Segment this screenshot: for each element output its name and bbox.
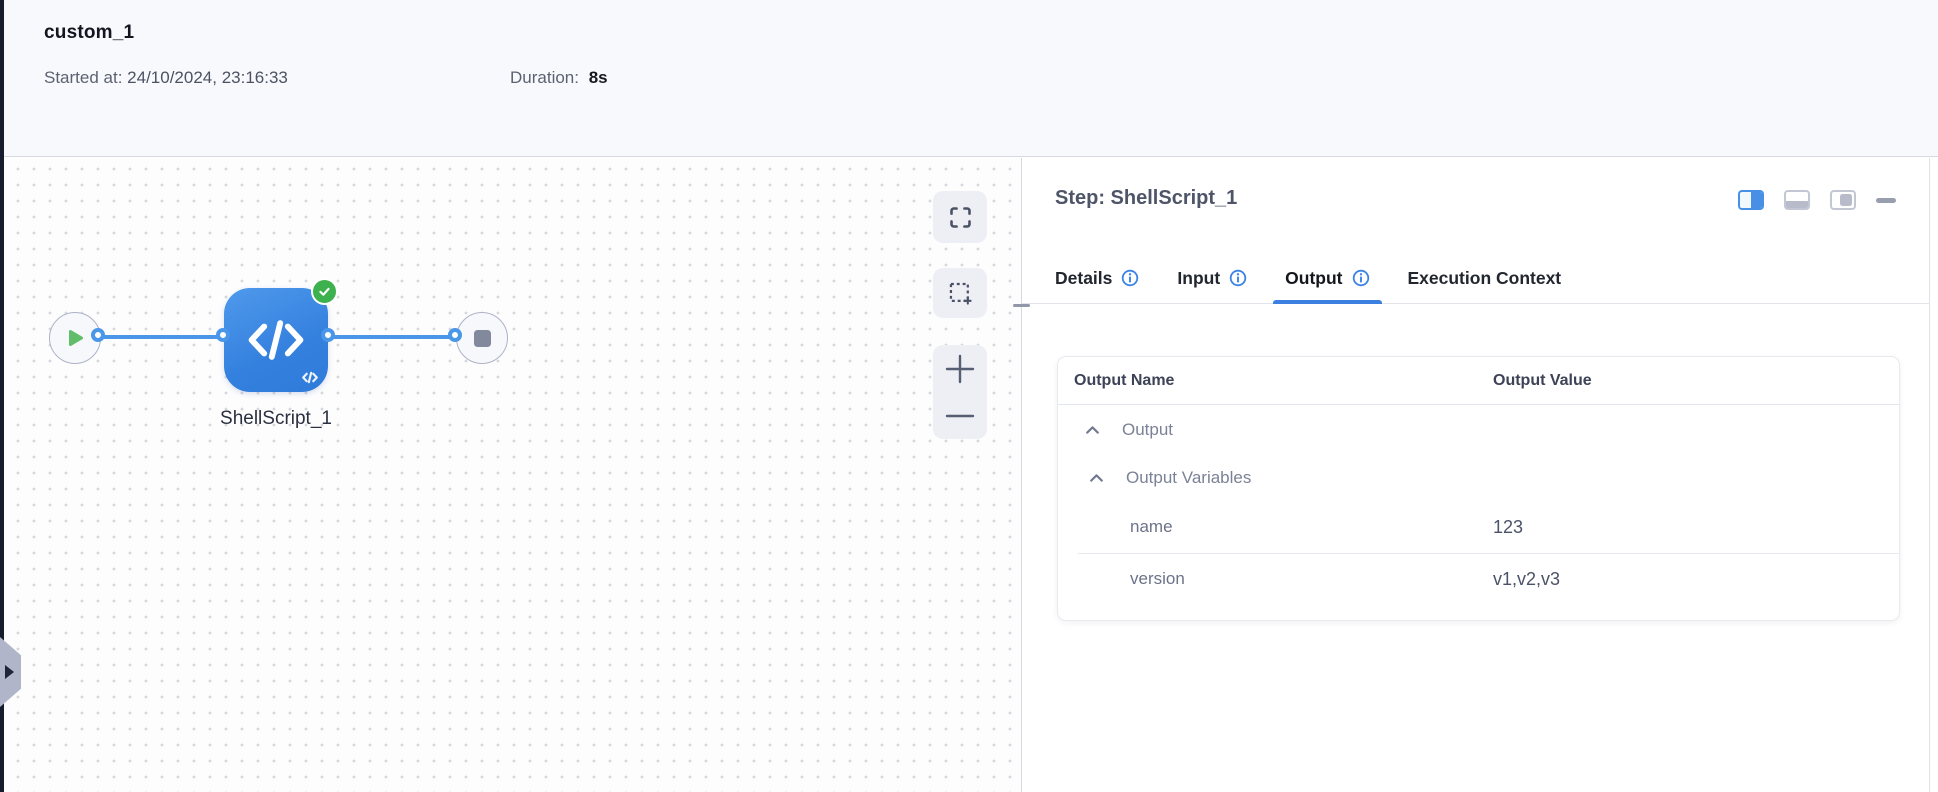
tab-input[interactable]: Input [1177, 253, 1247, 303]
group-label: Output [1122, 420, 1174, 439]
panel-layout-toggles [1738, 190, 1896, 210]
column-header-output-name: Output Name [1074, 371, 1175, 389]
output-name: version [1130, 569, 1185, 588]
chevron-up-icon [1090, 474, 1103, 482]
info-icon[interactable] [1352, 269, 1370, 287]
check-icon [319, 287, 330, 296]
output-value: v1,v2,v3 [1493, 568, 1561, 589]
shellscript-node[interactable] [224, 278, 338, 392]
collapse-group-button[interactable] [1085, 425, 1100, 435]
output-value: 123 [1493, 516, 1524, 537]
table-row[interactable]: Output Variables [1058, 455, 1899, 501]
code-icon [248, 320, 304, 360]
zoom-in-button[interactable] [933, 345, 987, 392]
zoom-in-icon [945, 354, 975, 383]
duration-label: Duration: [510, 68, 579, 87]
split-horizontal-icon[interactable] [1784, 190, 1810, 210]
step-details-panel: Step: ShellScript_1 Details Input Output… [1022, 158, 1938, 792]
zoom-controls [933, 345, 987, 439]
column-header-output-value: Output Value [1493, 371, 1592, 389]
info-icon[interactable] [1121, 269, 1139, 287]
table-row[interactable]: Output [1058, 405, 1899, 455]
tab-output[interactable]: Output [1273, 253, 1382, 304]
duration: Duration: 8s [510, 68, 608, 88]
port-end-in[interactable] [448, 328, 462, 342]
node-label: ShellScript_1 [220, 408, 332, 429]
workflow-canvas[interactable]: ShellScript_1 [4, 158, 1021, 792]
step-tabs: Details Input Output Execution Context [1022, 253, 1930, 304]
info-icon[interactable] [1229, 269, 1247, 287]
chevron-up-icon [1086, 426, 1099, 434]
expand-sidebar-icon [5, 665, 14, 679]
tab-execution-context[interactable]: Execution Context [1408, 253, 1562, 303]
pipeline-name: custom_1 [44, 22, 135, 43]
step-title: Step: ShellScript_1 [1055, 187, 1238, 209]
started-at-label: Started at: [44, 68, 123, 87]
split-vertical-icon[interactable] [1738, 190, 1764, 210]
table-header-row: Output Name Output Value [1058, 357, 1899, 405]
play-icon [68, 330, 83, 346]
zoom-out-icon [945, 414, 975, 417]
collapse-group-button[interactable] [1089, 473, 1104, 483]
end-node[interactable] [456, 312, 508, 364]
started-at: Started at: 24/10/2024, 23:16:33 [44, 68, 288, 88]
fullscreen-button[interactable] [933, 191, 987, 243]
panel-resize-handle[interactable] [1013, 304, 1030, 307]
code-icon-small [302, 371, 318, 384]
group-label: Output Variables [1126, 468, 1252, 487]
port-node-in[interactable] [216, 328, 230, 342]
fullscreen-icon [949, 206, 971, 228]
execution-header: custom_1 Started at: 24/10/2024, 23:16:3… [4, 0, 1938, 157]
panel-divider [1021, 158, 1022, 792]
panel-right-icon[interactable] [1830, 190, 1856, 210]
started-at-value: 24/10/2024, 23:16:33 [127, 68, 288, 87]
marquee-select-icon [949, 282, 972, 305]
tab-details[interactable]: Details [1055, 253, 1139, 303]
port-node-out[interactable] [321, 328, 335, 342]
stop-icon [473, 329, 491, 347]
zoom-out-button[interactable] [933, 392, 987, 439]
canvas-controls [933, 191, 987, 439]
table-row: name 123 [1058, 501, 1899, 553]
pipeline-execution-view: custom_1 Started at: 24/10/2024, 23:16:3… [0, 0, 1938, 792]
table-row: version v1,v2,v3 [1058, 554, 1899, 604]
output-table-card: Output Name Output Value Output Output V… [1057, 356, 1900, 621]
status-badge [311, 278, 338, 305]
collapse-icon[interactable] [1876, 197, 1896, 203]
duration-value: 8s [588, 68, 608, 87]
output-name: name [1130, 517, 1173, 536]
port-start-out[interactable] [91, 328, 105, 342]
marquee-select-button[interactable] [933, 268, 987, 318]
